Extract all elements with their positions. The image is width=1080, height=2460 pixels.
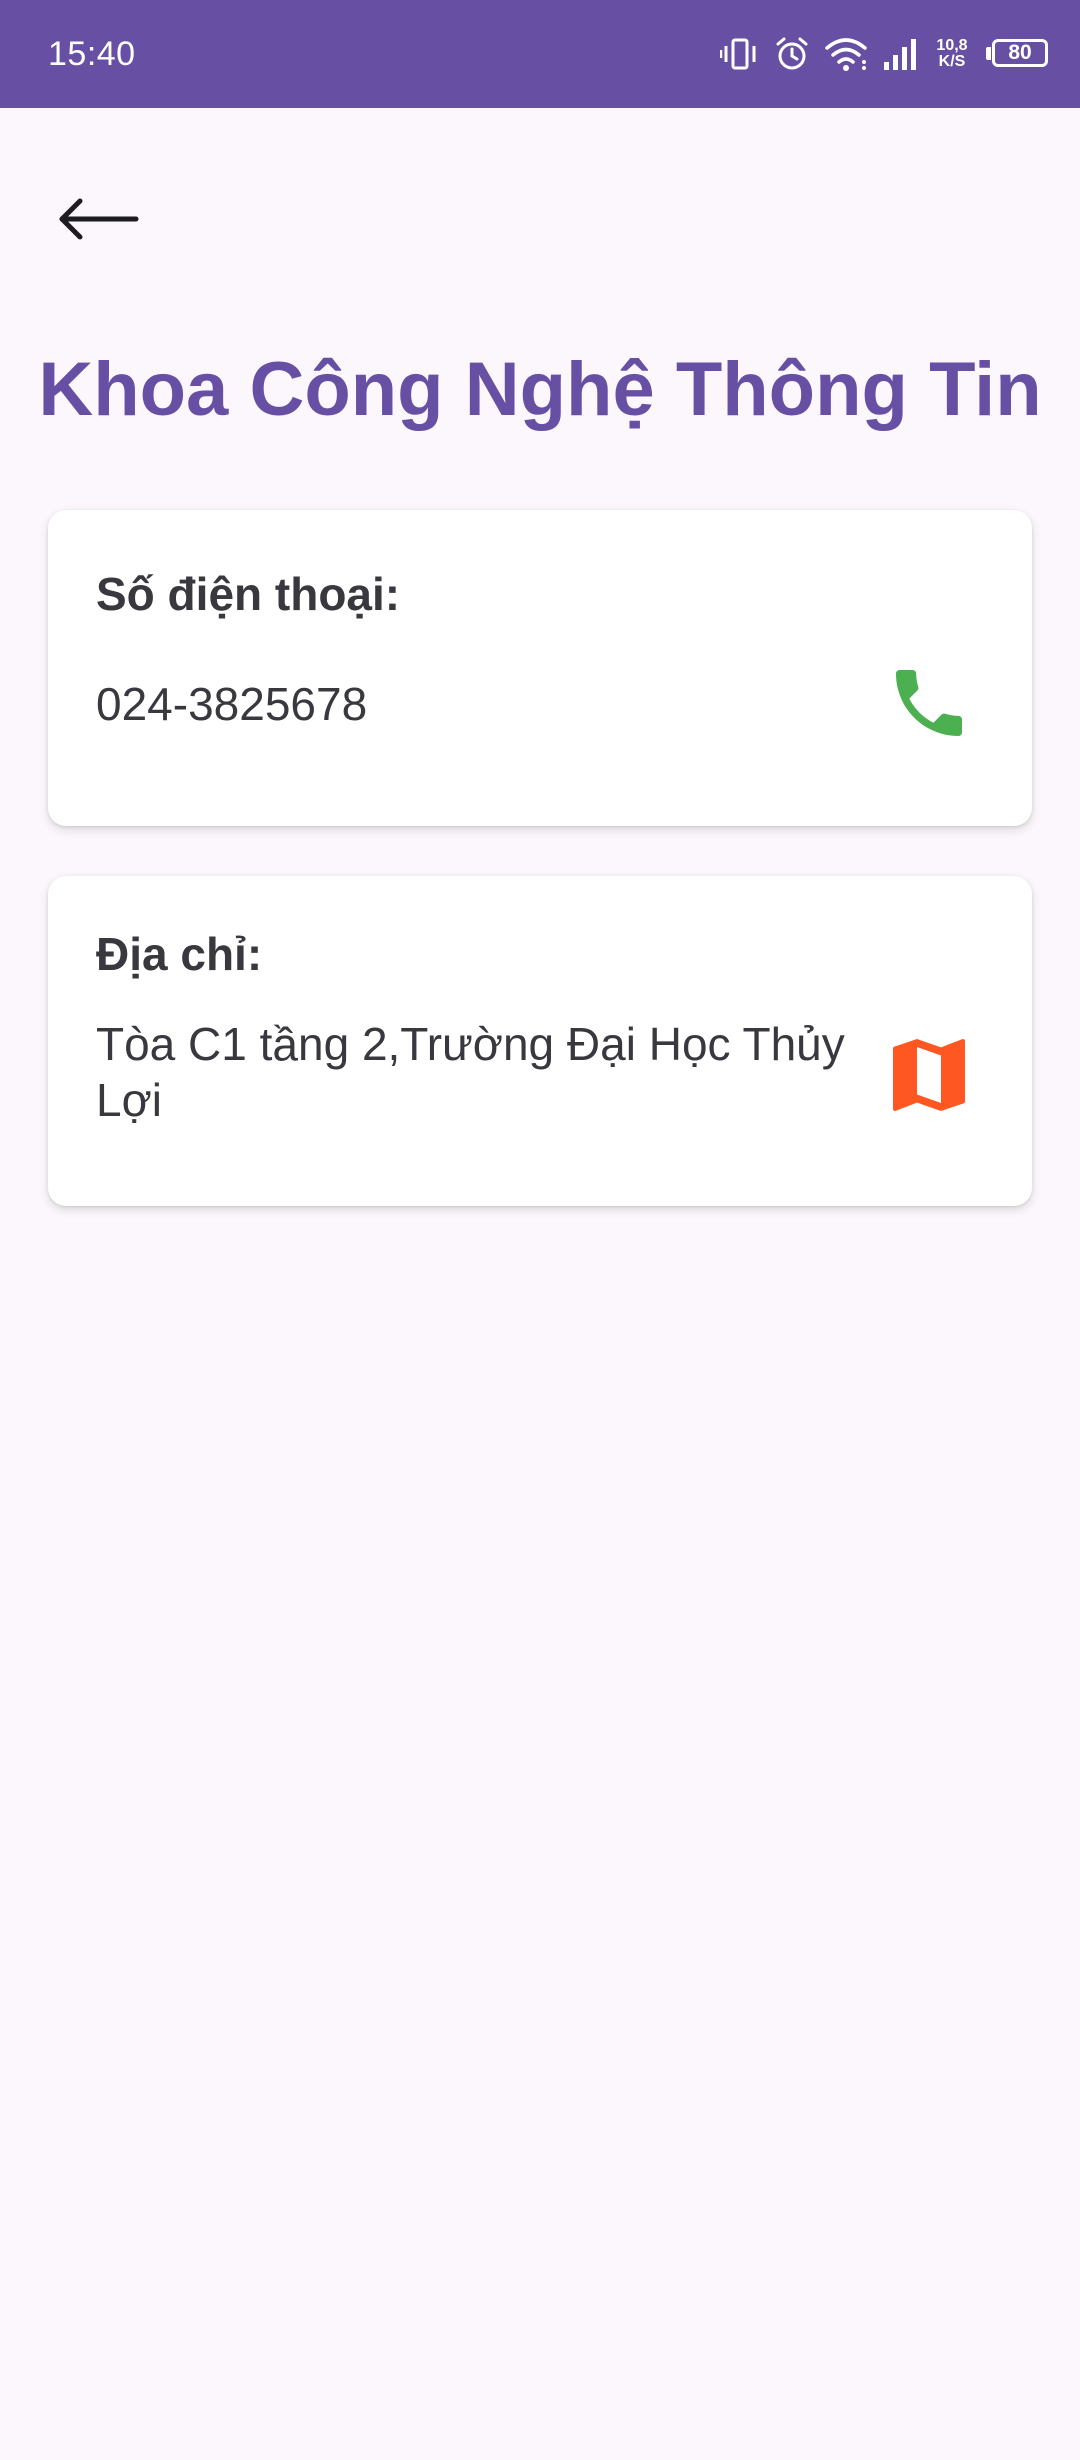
address-card: Địa chỉ: Tòa C1 tầng 2,Trường Đại Học Th… [48, 876, 1032, 1206]
signal-icon [882, 36, 918, 72]
page-title: Khoa Công Nghệ Thông Tin [38, 347, 1042, 432]
battery-level: 80 [992, 39, 1048, 67]
address-label: Địa chỉ: [96, 928, 263, 980]
phone-card: Số điện thoại: 024-3825678 [48, 510, 1032, 826]
map-icon [881, 1027, 977, 1128]
back-button[interactable] [58, 176, 168, 266]
status-bar: 15:40 10,8 K/S 80 [0, 0, 1080, 108]
wifi-icon [824, 36, 868, 72]
network-speed-unit: K/S [938, 53, 966, 70]
network-speed: 10,8 K/S [932, 38, 972, 70]
status-time: 15:40 [48, 35, 136, 73]
alarm-icon [774, 36, 810, 72]
map-button[interactable] [874, 1022, 984, 1132]
call-button[interactable] [874, 650, 984, 760]
battery-icon: 80 [986, 37, 1052, 71]
address-value: Tòa C1 tầng 2,Trường Đại Học Thủy Lợi [96, 1018, 845, 1126]
vibrate-icon [720, 36, 760, 72]
phone-label: Số điện thoại: [96, 568, 401, 620]
phone-icon [885, 659, 973, 752]
status-icons: 10,8 K/S 80 [720, 30, 1052, 78]
network-speed-value: 10,8 [936, 37, 968, 54]
phone-value: 024-3825678 [96, 678, 368, 730]
arrow-back-icon [58, 197, 140, 246]
